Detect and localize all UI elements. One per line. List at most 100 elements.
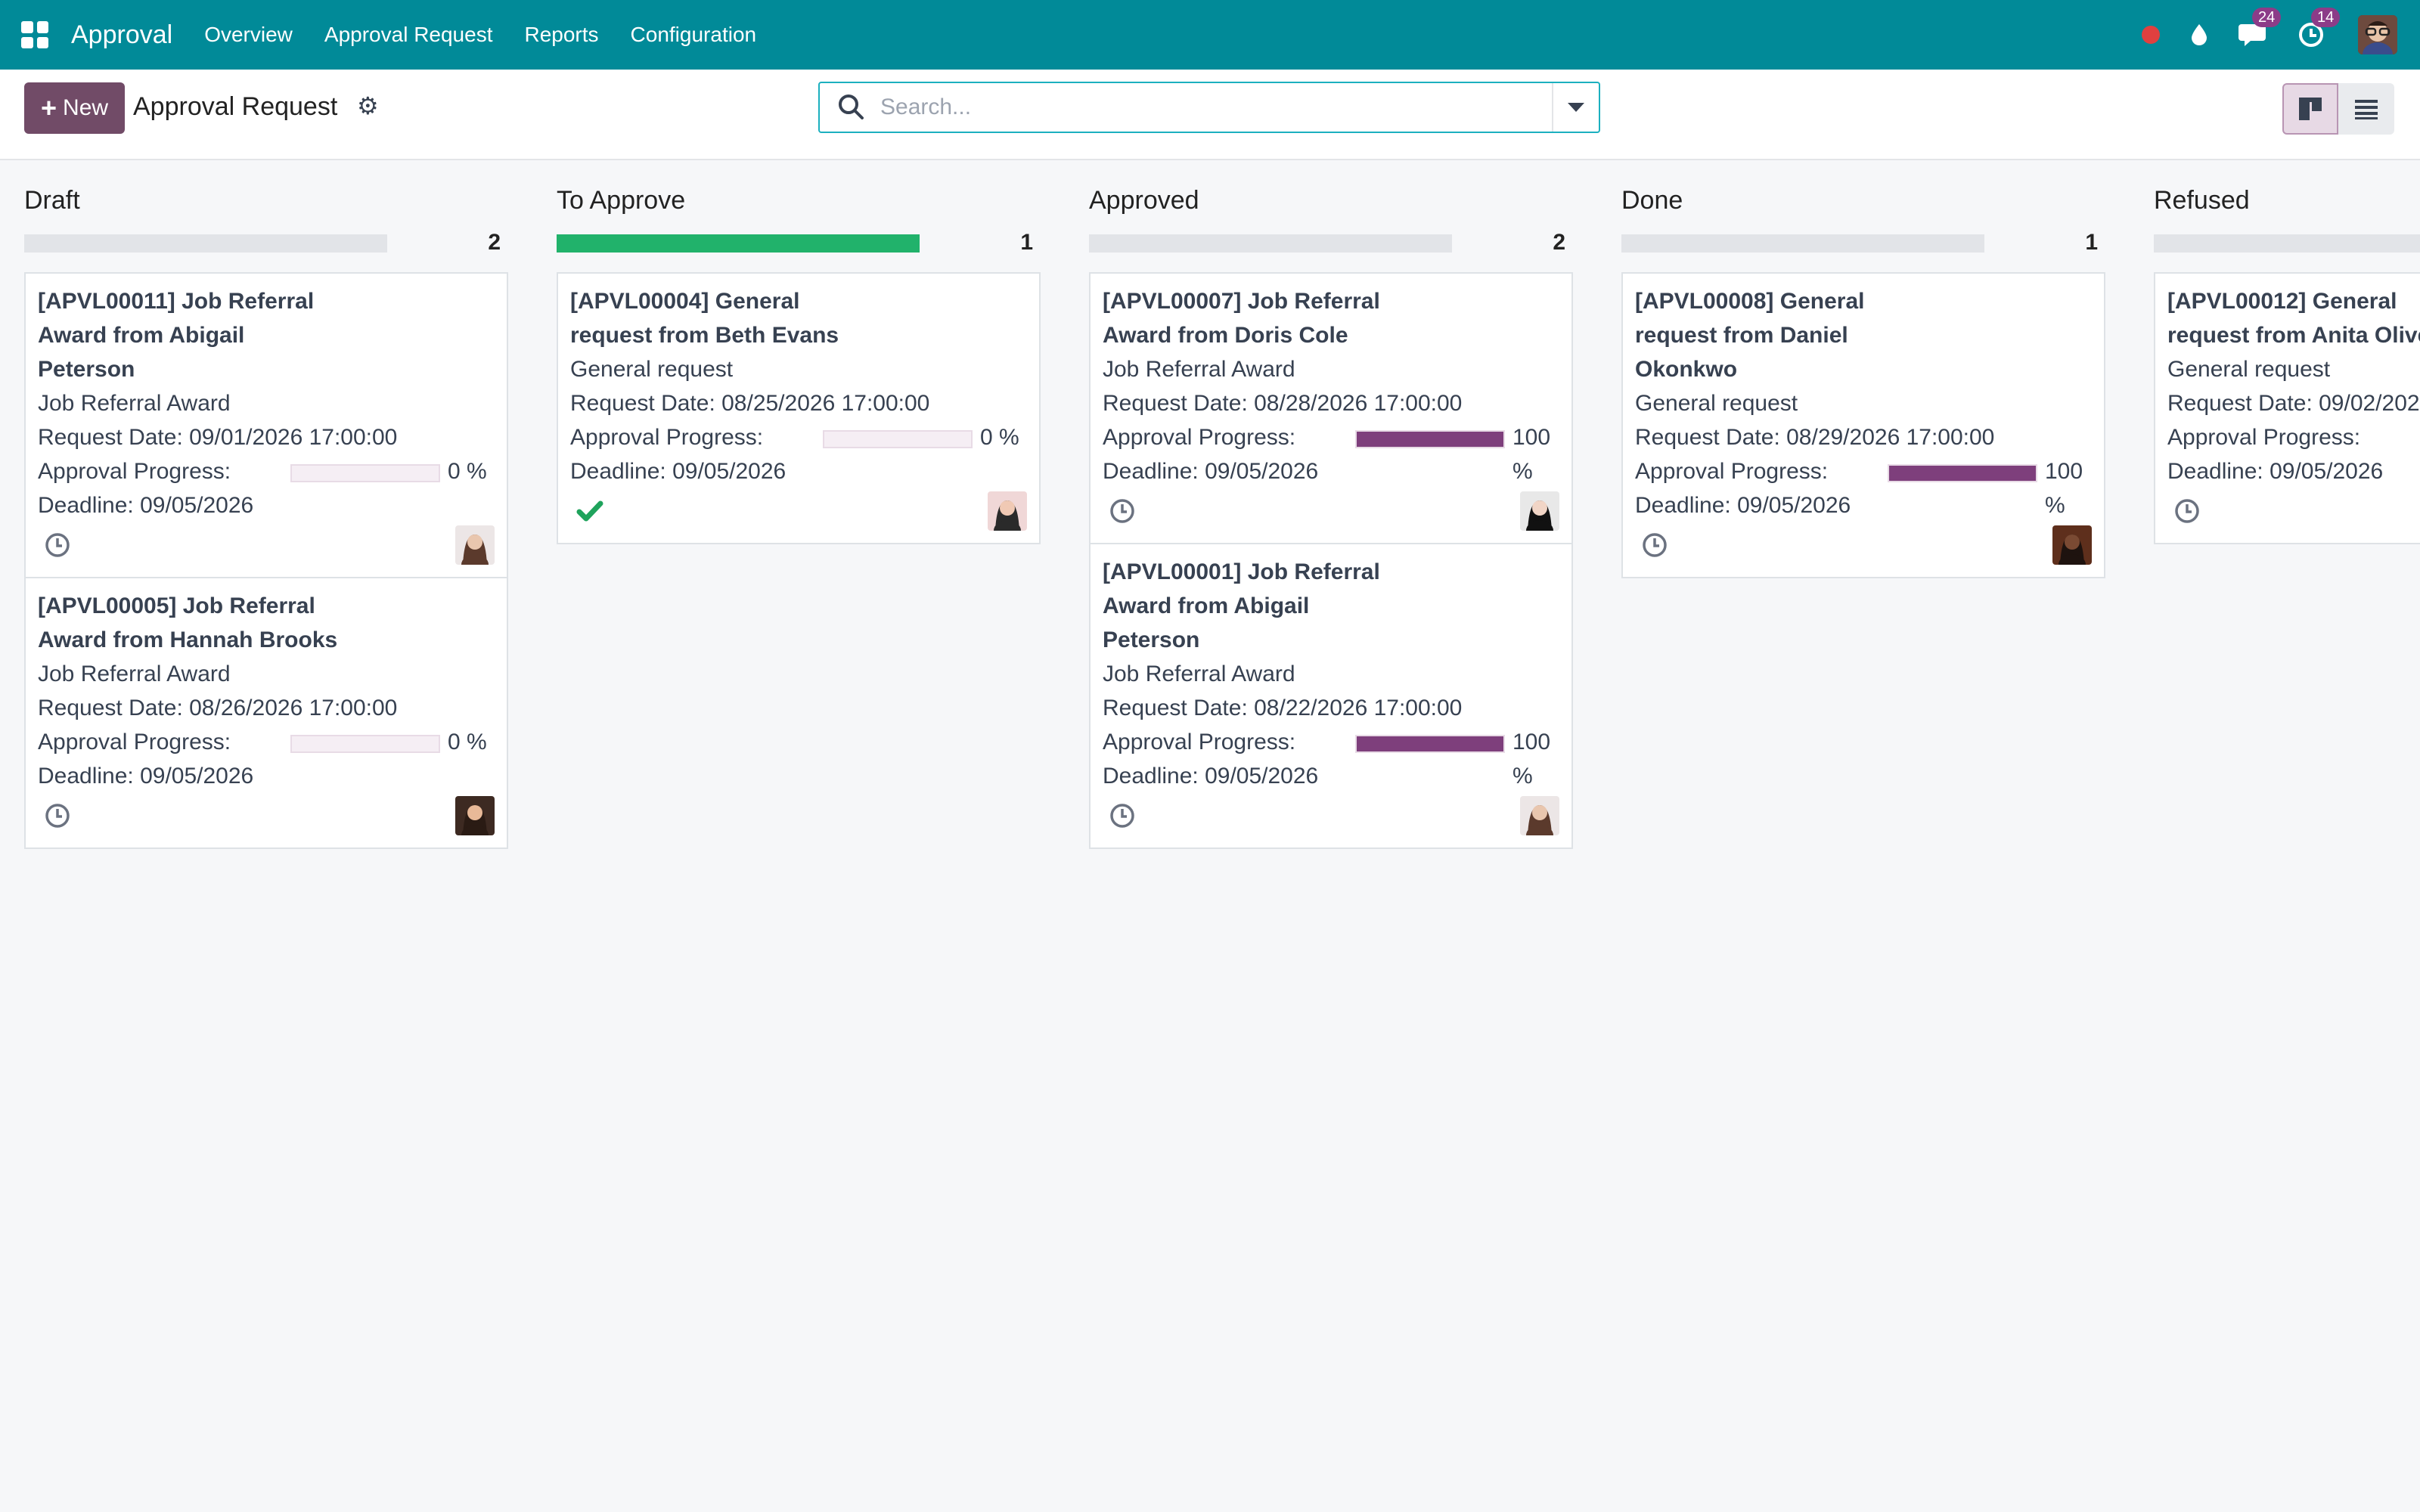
avatar-woman-long-hair[interactable]: [455, 525, 495, 565]
card-deadline: Deadline: 09/05/2026: [2167, 459, 2384, 484]
approval-progress-label: Approval Progress:: [1103, 425, 1296, 450]
search-bar: [818, 82, 1600, 133]
card-request-date: Request Date: 08/26/2026 17:00:00: [38, 696, 398, 720]
card-request-date: Request Date: 08/29/2026 17:00:00: [1635, 425, 1995, 450]
chat-icon[interactable]: 24: [2238, 8, 2282, 48]
menu-approval-request[interactable]: Approval Request: [324, 23, 493, 47]
new-button[interactable]: + New: [24, 82, 126, 134]
approval-progress-value: 0 %: [448, 459, 487, 484]
clock-icon[interactable]: [44, 531, 71, 559]
column-progress-bar[interactable]: [1621, 234, 1984, 253]
clock-icon[interactable]: [1641, 531, 1668, 559]
approval-progress-row: Approval Progress: 0 %: [38, 725, 495, 759]
card-category: Job Referral Award: [1103, 357, 1295, 382]
avatar-man-short-hair[interactable]: [988, 491, 1027, 531]
column-title[interactable]: Draft: [24, 186, 80, 215]
card-footer: [1103, 488, 1559, 531]
approval-progress-value: 0 %: [448, 730, 487, 754]
approval-progress-bar: [290, 735, 440, 753]
gear-icon[interactable]: ⚙: [357, 91, 379, 120]
caret-down-icon: [1568, 103, 1584, 112]
column-count: 2: [1553, 230, 1565, 255]
card-title: [APVL00004] General request from Beth Ev…: [570, 289, 839, 348]
column-count: 2: [488, 230, 501, 255]
approval-progress-label: Approval Progress:: [1103, 730, 1296, 754]
approval-progress-label: Approval Progress:: [2167, 425, 2361, 450]
search-input[interactable]: [879, 94, 1552, 121]
avatar-woman-smiling[interactable]: [455, 796, 495, 835]
clock-icon[interactable]: [1109, 497, 1136, 525]
column-progress-bar[interactable]: [24, 234, 387, 253]
column-cards: [APVL00011] Job Referral Award from Abig…: [24, 272, 508, 849]
card-category: Job Referral Award: [1103, 662, 1295, 686]
approval-progress-bar: [1355, 430, 1505, 448]
avatar-man-dark[interactable]: [2052, 525, 2092, 565]
drop-icon[interactable]: [2189, 23, 2210, 47]
approval-progress-fill: [1357, 432, 1503, 447]
kanban-card[interactable]: [APVL00001] Job Referral Award from Abig…: [1089, 543, 1573, 849]
column-cards: [APVL00004] General request from Beth Ev…: [557, 272, 1041, 544]
apps-grid-icon[interactable]: [21, 21, 48, 48]
column-progress-bar[interactable]: [1089, 234, 1452, 253]
approval-progress-fill: [1357, 736, 1503, 751]
card-deadline: Deadline: 09/05/2026: [1103, 764, 1319, 789]
approval-progress-row: Approval Progress: 100 %: [1635, 454, 2092, 518]
app-title[interactable]: Approval: [71, 20, 172, 50]
list-view-button[interactable]: [2338, 83, 2394, 135]
card-footer: [38, 793, 495, 835]
menu-configuration[interactable]: Configuration: [631, 23, 757, 47]
column-count: 1: [1020, 230, 1033, 255]
kanban-board: Draft 2 [APVL00011] Job Referral Award fro…: [0, 160, 2420, 1512]
approval-progress-label: Approval Progress:: [38, 459, 231, 484]
card-deadline: Deadline: 09/05/2026: [1635, 493, 1851, 518]
view-switcher: [2282, 83, 2394, 135]
approval-progress-row: Approval Progress: 100 %: [1103, 420, 1559, 484]
card-footer: [38, 522, 495, 565]
clock-icon[interactable]: [1109, 802, 1136, 829]
approval-progress-bar: [1888, 464, 2037, 482]
avatar-woman-dark-hair[interactable]: [1520, 491, 1559, 531]
column-title[interactable]: Refused: [2154, 186, 2250, 215]
kanban-card[interactable]: [APVL00011] Job Referral Award from Abig…: [24, 272, 508, 578]
approval-progress-value: 100 %: [1512, 730, 1551, 789]
kanban-card[interactable]: [APVL00012] General request from Anita O…: [2154, 272, 2420, 544]
kanban-view-button[interactable]: [2282, 83, 2338, 135]
search-icon[interactable]: [835, 91, 868, 124]
activity-clock-icon[interactable]: 14: [2297, 8, 2341, 48]
breadcrumb: Approval Request: [133, 92, 338, 121]
search-options-toggle[interactable]: [1552, 83, 1599, 132]
kanban-card[interactable]: [APVL00008] General request from Daniel …: [1621, 272, 2105, 578]
avatar-woman-long-hair[interactable]: [1520, 796, 1559, 835]
column-title[interactable]: To Approve: [557, 186, 685, 215]
menu-reports[interactable]: Reports: [524, 23, 598, 47]
column-cards: [APVL00012] General request from Anita O…: [2154, 272, 2420, 544]
list-icon: [2355, 100, 2378, 119]
column-title[interactable]: Approved: [1089, 186, 1199, 215]
kanban-card[interactable]: [APVL00007] Job Referral Award from Dori…: [1089, 272, 1573, 544]
plus-icon: +: [41, 92, 57, 123]
card-title: [APVL00007] Job Referral Award from Dori…: [1103, 289, 1380, 348]
column-progress-bar[interactable]: [557, 234, 920, 253]
card-title: [APVL00011] Job Referral Award from Abig…: [38, 289, 315, 382]
column-cards: [APVL00008] General request from Daniel …: [1621, 272, 2105, 578]
user-avatar[interactable]: [2358, 15, 2397, 54]
card-category: Job Referral Award: [38, 391, 231, 416]
column-title[interactable]: Done: [1621, 186, 1683, 215]
clock-icon[interactable]: [2173, 497, 2201, 525]
approval-progress-bar: [1355, 735, 1505, 753]
kanban-card[interactable]: [APVL00005] Job Referral Award from Hann…: [24, 577, 508, 849]
record-dot-icon[interactable]: [2142, 26, 2160, 44]
approval-progress-row: Approval Progress: 0 %: [570, 420, 1027, 454]
approval-progress-label: Approval Progress:: [38, 730, 231, 754]
card-request-date: Request Date: 09/01/2026 17:00:00: [38, 425, 398, 450]
kanban-card[interactable]: [APVL00004] General request from Beth Ev…: [557, 272, 1041, 544]
clock-icon[interactable]: [44, 802, 71, 829]
card-category: General request: [570, 357, 734, 382]
card-request-date: Request Date: 09/02/2026 17:00:00: [2167, 391, 2420, 416]
kanban-icon: [2299, 98, 2322, 120]
check-icon[interactable]: [575, 496, 605, 526]
menu-overview[interactable]: Overview: [204, 23, 293, 47]
card-footer: [1103, 793, 1559, 835]
column-progress-bar[interactable]: [2154, 234, 2420, 253]
approval-progress-row: Approval Progress: 0 %: [38, 454, 495, 488]
